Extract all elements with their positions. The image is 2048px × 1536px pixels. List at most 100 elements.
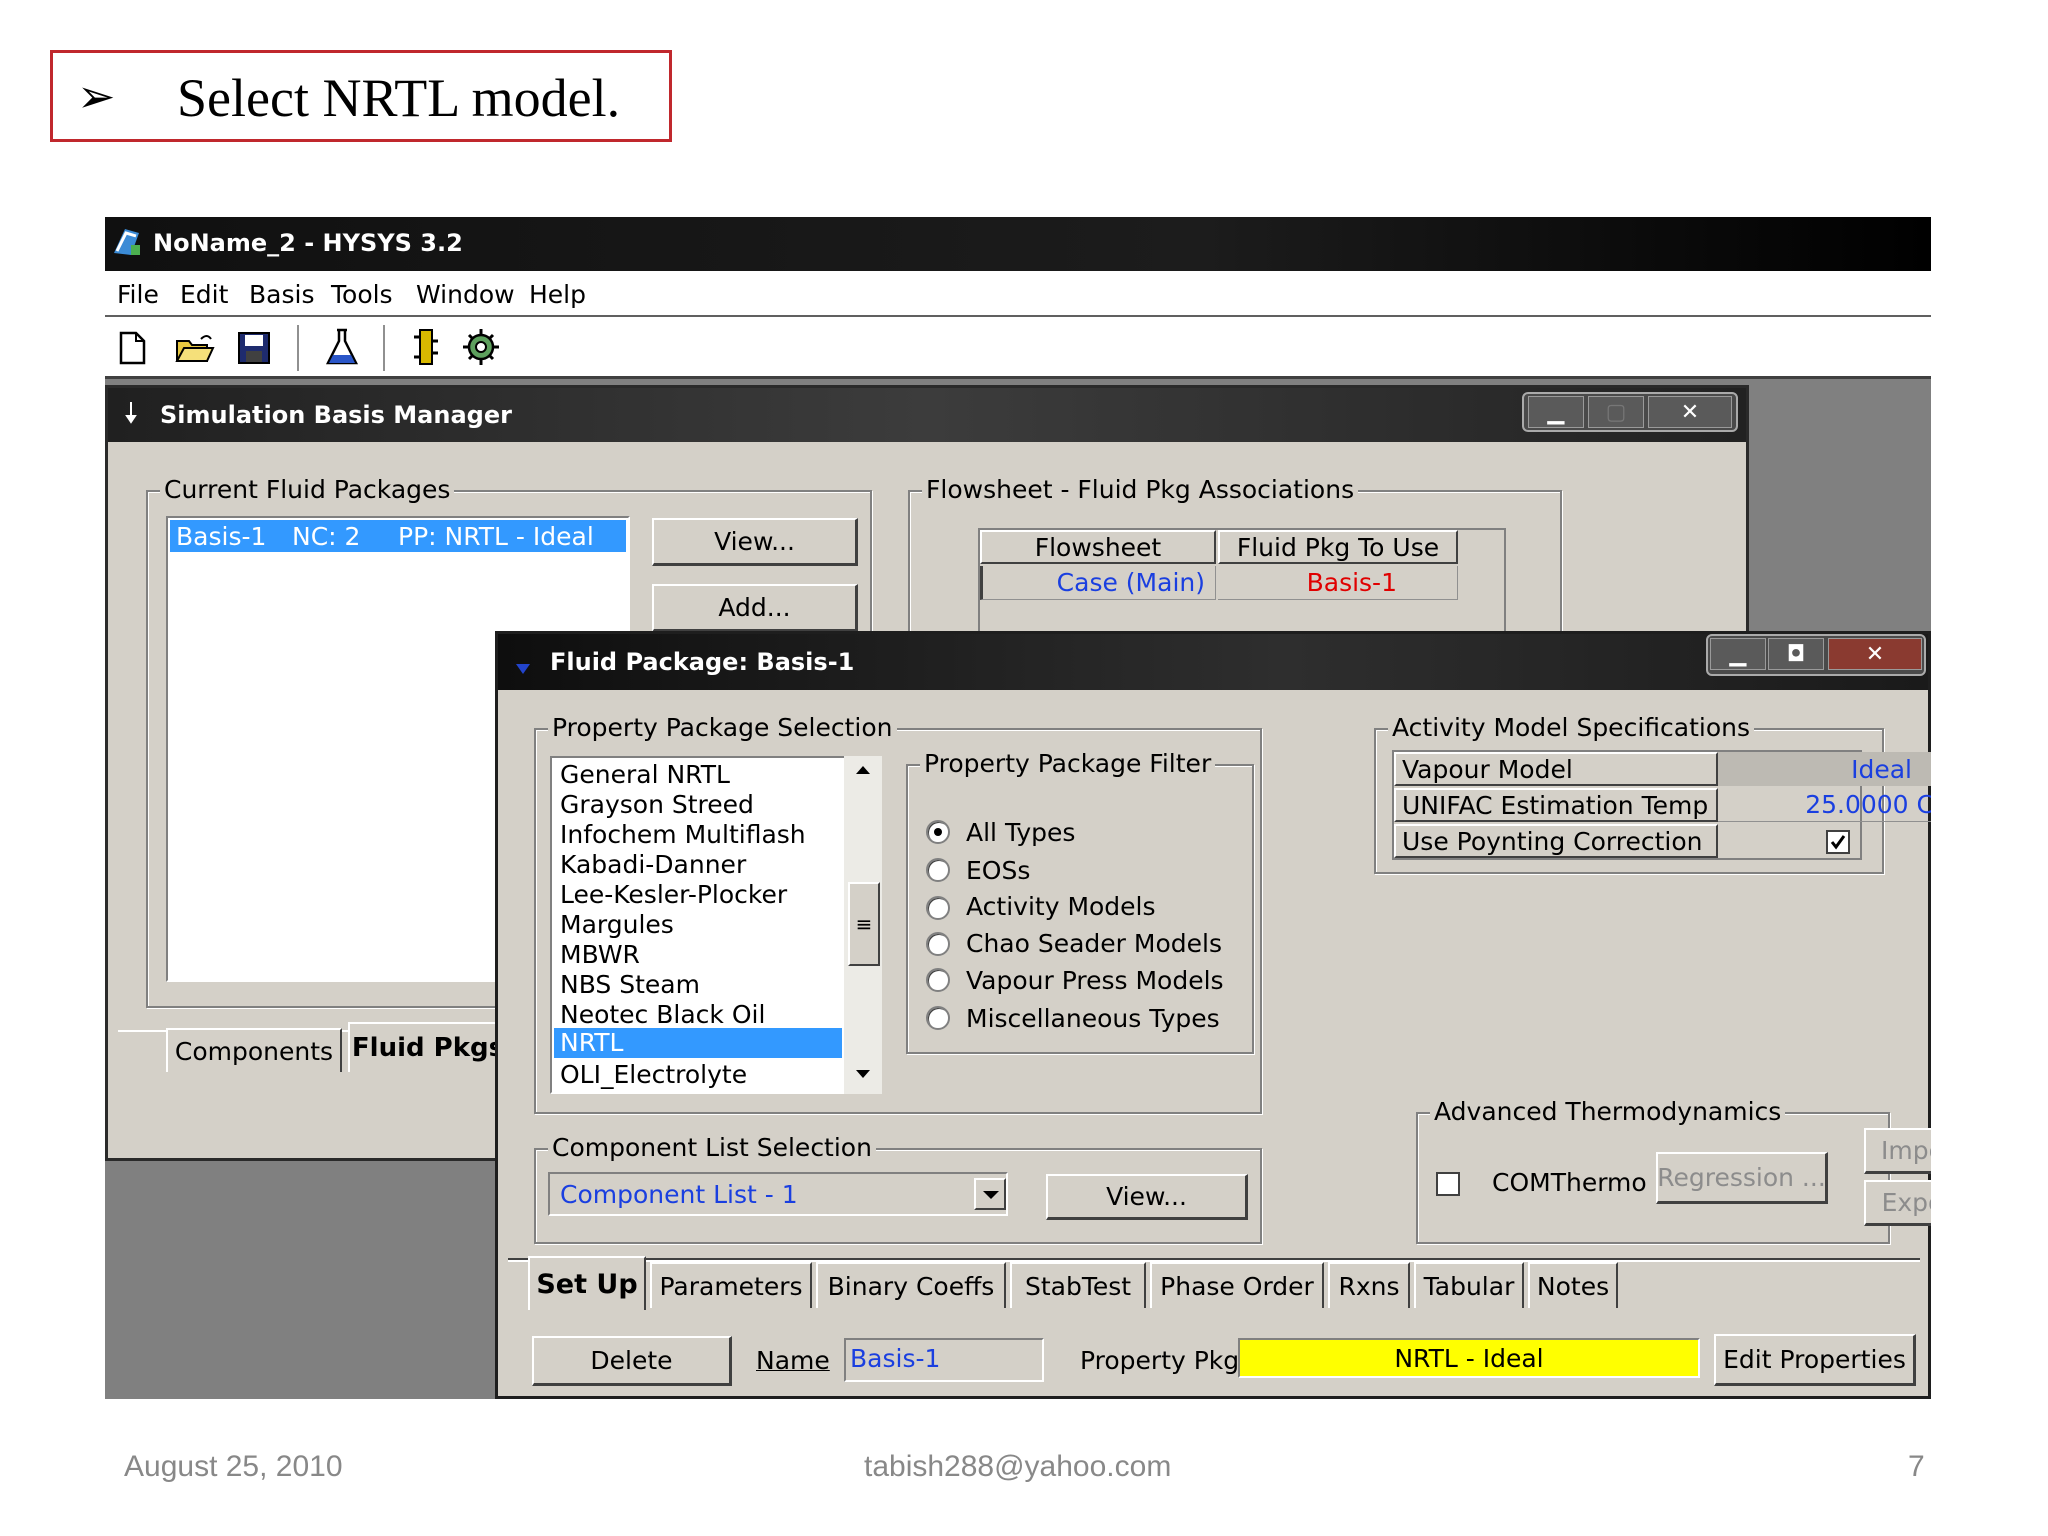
open-folder-icon[interactable] (175, 331, 215, 365)
fluid-package-title-bar[interactable]: Fluid Package: Basis-1 ▁ ◘ ✕ (498, 634, 1928, 690)
property-package-selection-label: Property Package Selection (548, 713, 897, 742)
tab-binary-coeffs[interactable]: Binary Coeffs (816, 1262, 1006, 1308)
fluid-package-row[interactable]: Basis-1 NC: 2 PP: NRTL - Ideal (170, 520, 626, 552)
radio-miscellaneous[interactable] (926, 1006, 950, 1030)
radio-chao-seader[interactable] (926, 932, 950, 956)
view-button[interactable]: View... (652, 518, 858, 566)
chevron-down-icon (983, 1191, 999, 1199)
current-fluid-packages-label: Current Fluid Packages (160, 475, 455, 504)
edit-properties-button[interactable]: Edit Properties (1714, 1334, 1916, 1386)
list-item[interactable]: General NRTL (560, 760, 730, 789)
toolbar-separator (297, 325, 299, 371)
property-package-list[interactable]: General NRTL Grayson Streed Infochem Mul… (550, 756, 880, 1094)
header-fluid-pkg: Fluid Pkg To Use (1218, 530, 1458, 564)
package-name: Basis-1 (176, 522, 267, 551)
save-disk-icon[interactable] (237, 331, 271, 365)
list-item[interactable]: Infochem Multiflash (560, 820, 806, 849)
close-button[interactable]: ✕ (1828, 638, 1922, 670)
radio-activity-models[interactable] (926, 896, 950, 920)
scroll-down-icon[interactable] (854, 1068, 872, 1080)
list-item[interactable]: Margules (560, 910, 674, 939)
regression-button[interactable]: Regression ... (1656, 1152, 1828, 1204)
gear-icon[interactable] (461, 325, 501, 371)
unifac-temp-value[interactable]: 25.0000 C (1718, 788, 1931, 822)
component-view-button[interactable]: View... (1046, 1174, 1248, 1220)
assoc-flowsheet-cell[interactable]: Case (Main) (980, 566, 1216, 600)
menu-window[interactable]: Window (416, 280, 515, 309)
comthermo-checkbox[interactable] (1436, 1172, 1460, 1196)
menu-file[interactable]: File (117, 280, 159, 309)
list-item[interactable]: OLI_Electrolyte (560, 1060, 747, 1089)
tab-fluid-pkgs[interactable]: Fluid Pkgs (348, 1022, 508, 1072)
tab-stabtest[interactable]: StabTest (1010, 1262, 1146, 1308)
column-icon[interactable] (411, 327, 441, 367)
radio-eoss[interactable] (926, 858, 950, 882)
footer-page-number: 7 (1908, 1450, 1925, 1483)
menu-tools[interactable]: Tools (331, 280, 393, 309)
minimize-button[interactable]: ▁ (1528, 396, 1584, 428)
menu-edit[interactable]: Edit (180, 280, 228, 309)
scroll-up-icon[interactable] (854, 764, 872, 776)
maximize-button[interactable]: ◘ (1768, 638, 1824, 670)
property-pkg-value: NRTL - Ideal (1394, 1343, 1544, 1373)
hysys-logo-icon (114, 229, 140, 255)
list-scrollbar[interactable]: ≡ (844, 756, 882, 1094)
assoc-pkg-cell[interactable]: Basis-1 (1218, 566, 1458, 600)
poynting-checkbox[interactable] (1826, 830, 1850, 854)
toolbar-separator (383, 325, 385, 371)
menu-help[interactable]: Help (529, 280, 586, 309)
minimize-button[interactable]: ▁ (1710, 638, 1766, 670)
check-icon (1830, 835, 1846, 850)
list-item[interactable]: Grayson Streed (560, 790, 754, 819)
add-button[interactable]: Add... (652, 584, 858, 632)
tab-set-up[interactable]: Set Up (528, 1256, 646, 1310)
component-list-value: Component List - 1 (560, 1180, 798, 1209)
menu-bar: File Edit Basis Tools Window Help (105, 271, 1931, 317)
property-pkg-field: NRTL - Ideal (1238, 1338, 1700, 1378)
new-file-icon[interactable] (117, 331, 147, 365)
flask-icon[interactable] (325, 327, 359, 367)
radio-label: Activity Models (966, 892, 1156, 921)
close-button[interactable]: ✕ (1648, 396, 1732, 428)
vapour-model-label: Vapour Model (1394, 752, 1718, 786)
fluid-package-title: Fluid Package: Basis-1 (550, 648, 855, 676)
name-label: Name (756, 1346, 830, 1375)
activity-model-table: Vapour Model Ideal UNIFAC Estimation Tem… (1392, 750, 1931, 860)
list-item-selected[interactable]: NRTL (554, 1028, 842, 1058)
unifac-temp-label: UNIFAC Estimation Temp (1394, 788, 1718, 822)
list-item[interactable]: Lee-Kesler-Plocker (560, 880, 787, 909)
basis-manager-title: Simulation Basis Manager (160, 401, 512, 429)
radio-label: EOSs (966, 856, 1031, 885)
dropdown-button[interactable] (974, 1178, 1006, 1210)
list-item[interactable]: NBS Steam (560, 970, 700, 999)
list-item[interactable]: MBWR (560, 940, 640, 969)
restore-button[interactable]: ▢ (1588, 396, 1644, 428)
delete-button[interactable]: Delete (532, 1336, 732, 1386)
scroll-thumb[interactable]: ≡ (848, 882, 880, 966)
component-list-dropdown[interactable]: Component List - 1 (548, 1172, 1008, 1216)
tab-phase-order[interactable]: Phase Order (1150, 1262, 1324, 1308)
radio-label: Vapour Press Models (966, 966, 1224, 995)
tab-components[interactable]: Components (166, 1028, 342, 1072)
property-package-filter-label: Property Package Filter (920, 749, 1216, 778)
vapour-model-value[interactable]: Ideal (1718, 752, 1931, 786)
export-button[interactable]: Export (1864, 1180, 1931, 1226)
advanced-thermodynamics-label: Advanced Thermodynamics (1430, 1097, 1786, 1126)
list-item[interactable]: Neotec Black Oil (560, 1000, 765, 1029)
app-title-bar[interactable]: NoName_2 - HYSYS 3.2 (105, 217, 1931, 271)
radio-vapour-press[interactable] (926, 968, 950, 992)
import-button[interactable]: Import (1864, 1128, 1931, 1174)
callout-text: Select NRTL model. (177, 68, 621, 128)
footer-email: tabish288@yahoo.com (864, 1450, 1172, 1483)
list-item[interactable]: Kabadi-Danner (560, 850, 746, 879)
menu-basis[interactable]: Basis (249, 280, 314, 309)
tab-parameters[interactable]: Parameters (650, 1262, 812, 1308)
basis-manager-title-bar[interactable]: Simulation Basis Manager ▁ ▢ ✕ (108, 388, 1746, 442)
name-field[interactable]: Basis-1 (844, 1338, 1044, 1382)
tab-tabular[interactable]: Tabular (1414, 1262, 1524, 1308)
arrow-bullet-icon: ➢ (77, 69, 116, 123)
hysys-screenshot: NoName_2 - HYSYS 3.2 File Edit Basis Too… (105, 217, 1931, 1399)
radio-all-types[interactable] (926, 820, 950, 844)
tab-rxns[interactable]: Rxns (1328, 1262, 1410, 1308)
tab-notes[interactable]: Notes (1528, 1262, 1618, 1308)
